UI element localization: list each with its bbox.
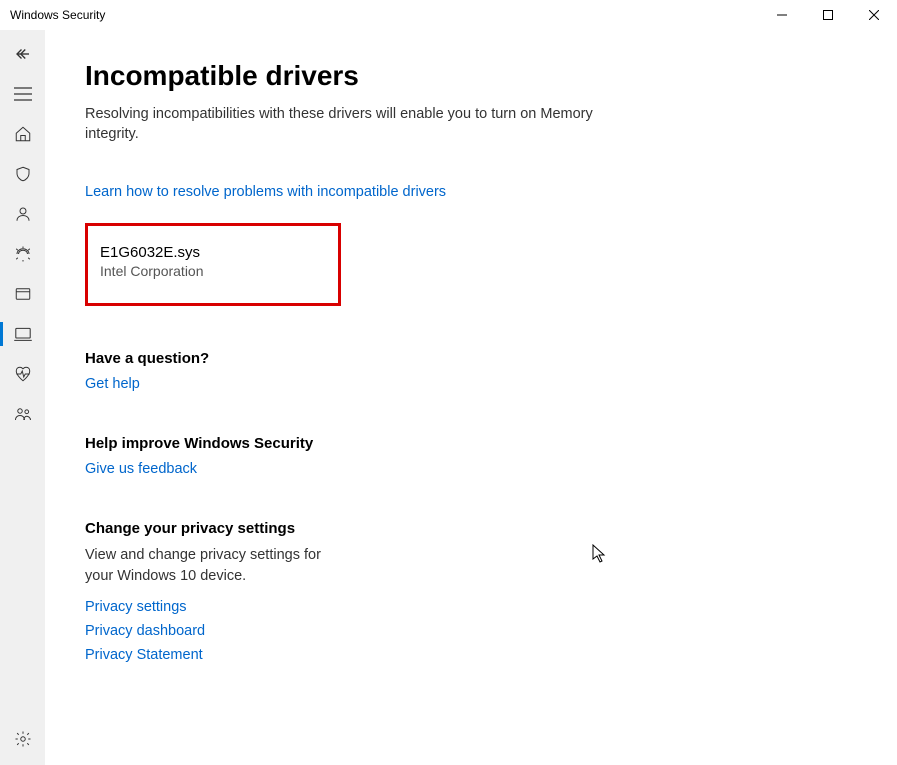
driver-name: E1G6032E.sys bbox=[100, 244, 326, 261]
sidebar-item-app-browser[interactable] bbox=[0, 274, 45, 314]
close-button[interactable] bbox=[851, 0, 897, 30]
sidebar-item-account[interactable] bbox=[0, 194, 45, 234]
page-description: Resolving incompatibilities with these d… bbox=[85, 104, 605, 145]
get-help-link[interactable]: Get help bbox=[85, 376, 140, 392]
privacy-settings-link[interactable]: Privacy settings bbox=[85, 599, 857, 615]
content-area: Incompatible drivers Resolving incompati… bbox=[45, 30, 897, 765]
maximize-button[interactable] bbox=[805, 0, 851, 30]
window-title: Windows Security bbox=[10, 8, 105, 22]
minimize-button[interactable] bbox=[759, 0, 805, 30]
sidebar-item-firewall[interactable] bbox=[0, 234, 45, 274]
privacy-statement-link[interactable]: Privacy Statement bbox=[85, 647, 857, 663]
back-button[interactable] bbox=[0, 34, 45, 74]
window-controls bbox=[759, 0, 897, 30]
sidebar-item-virus[interactable] bbox=[0, 154, 45, 194]
privacy-title: Change your privacy settings bbox=[85, 520, 857, 537]
privacy-section: Change your privacy settings View and ch… bbox=[85, 520, 857, 663]
sidebar bbox=[0, 30, 45, 765]
sidebar-item-home[interactable] bbox=[0, 114, 45, 154]
improve-section: Help improve Windows Security Give us fe… bbox=[85, 435, 857, 478]
sidebar-item-family[interactable] bbox=[0, 394, 45, 434]
sidebar-item-device-performance[interactable] bbox=[0, 354, 45, 394]
page-title: Incompatible drivers bbox=[85, 60, 857, 92]
question-title: Have a question? bbox=[85, 350, 857, 367]
driver-vendor: Intel Corporation bbox=[100, 263, 326, 279]
improve-title: Help improve Windows Security bbox=[85, 435, 857, 452]
sidebar-item-device-security[interactable] bbox=[0, 314, 45, 354]
menu-button[interactable] bbox=[0, 74, 45, 114]
incompatible-driver-item[interactable]: E1G6032E.sys Intel Corporation bbox=[85, 223, 341, 306]
privacy-description: View and change privacy settings for you… bbox=[85, 545, 325, 587]
feedback-link[interactable]: Give us feedback bbox=[85, 461, 197, 477]
learn-link[interactable]: Learn how to resolve problems with incom… bbox=[85, 184, 446, 200]
titlebar: Windows Security bbox=[0, 0, 897, 30]
question-section: Have a question? Get help bbox=[85, 350, 857, 393]
sidebar-item-settings[interactable] bbox=[0, 719, 45, 759]
privacy-dashboard-link[interactable]: Privacy dashboard bbox=[85, 623, 857, 639]
